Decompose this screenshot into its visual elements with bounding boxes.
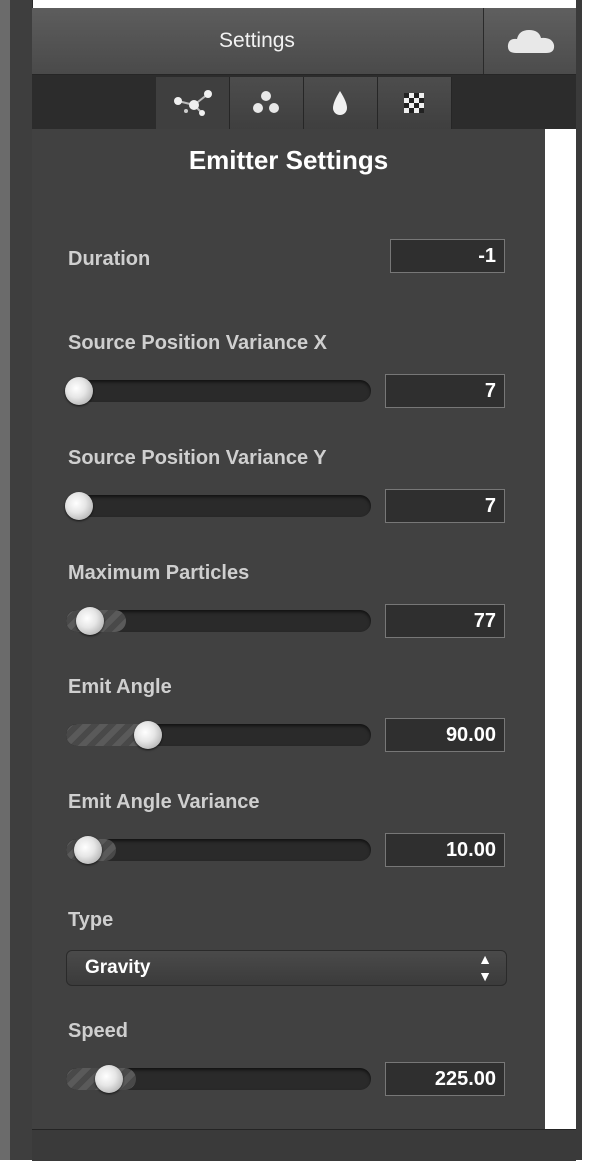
max-particles-slider[interactable] bbox=[66, 610, 371, 632]
drop-icon bbox=[333, 91, 347, 115]
emit-angle-variance-field[interactable]: 10.00 bbox=[385, 833, 505, 867]
max-particles-slider-knob[interactable] bbox=[76, 607, 104, 635]
left-edge bbox=[0, 0, 10, 1160]
scrollbar-track[interactable] bbox=[545, 129, 576, 1129]
settings-header: Settings bbox=[32, 8, 577, 75]
tab-emitter[interactable] bbox=[156, 77, 230, 129]
emitter-settings-panel: Emitter Settings Duration -1 Source Posi… bbox=[32, 129, 545, 1129]
max-particles-field[interactable]: 77 bbox=[385, 604, 505, 638]
source-x-label: Source Position Variance X bbox=[68, 332, 327, 354]
tab-color[interactable] bbox=[304, 77, 378, 129]
speed-field[interactable]: 225.00 bbox=[385, 1062, 505, 1096]
speed-slider-knob[interactable] bbox=[95, 1065, 123, 1093]
cloud-button[interactable] bbox=[483, 8, 577, 74]
source-y-slider[interactable] bbox=[66, 495, 371, 517]
source-y-field[interactable]: 7 bbox=[385, 489, 505, 523]
particles-icon bbox=[174, 90, 212, 116]
max-particles-label: Maximum Particles bbox=[68, 562, 250, 584]
cloud-icon bbox=[507, 30, 555, 53]
tab-particle[interactable] bbox=[230, 77, 304, 129]
bottom-bar bbox=[32, 1129, 576, 1161]
type-label: Type bbox=[68, 909, 114, 931]
type-select-value: Gravity bbox=[85, 957, 151, 978]
type-select[interactable]: Gravity ▲ ▼ bbox=[66, 950, 507, 986]
select-arrows-icon: ▲ ▼ bbox=[478, 951, 492, 984]
source-x-field[interactable]: 7 bbox=[385, 374, 505, 408]
source-x-slider-knob[interactable] bbox=[65, 377, 93, 405]
source-x-slider[interactable] bbox=[66, 380, 371, 402]
emit-angle-variance-slider-knob[interactable] bbox=[74, 836, 102, 864]
emit-angle-slider-knob[interactable] bbox=[134, 721, 162, 749]
checkerboard-icon bbox=[404, 93, 424, 113]
speed-label: Speed bbox=[68, 1020, 129, 1042]
source-y-label: Source Position Variance Y bbox=[68, 447, 327, 469]
tab-texture[interactable] bbox=[378, 77, 452, 129]
emit-angle-label: Emit Angle bbox=[68, 676, 172, 698]
emit-angle-variance-label: Emit Angle Variance bbox=[68, 791, 260, 813]
duration-label: Duration bbox=[68, 248, 151, 270]
emit-angle-slider[interactable] bbox=[66, 724, 371, 746]
emit-angle-variance-slider[interactable] bbox=[66, 839, 371, 861]
window-title: Settings bbox=[219, 29, 295, 52]
emit-angle-field[interactable]: 90.00 bbox=[385, 718, 505, 752]
source-y-slider-knob[interactable] bbox=[65, 492, 93, 520]
molecule-icon bbox=[253, 91, 279, 113]
right-edge bbox=[576, 0, 594, 1160]
duration-field[interactable]: -1 bbox=[390, 239, 505, 273]
tab-bar bbox=[32, 75, 576, 129]
panel-heading: Emitter Settings bbox=[188, 145, 389, 175]
left-panel-border bbox=[10, 0, 33, 1160]
